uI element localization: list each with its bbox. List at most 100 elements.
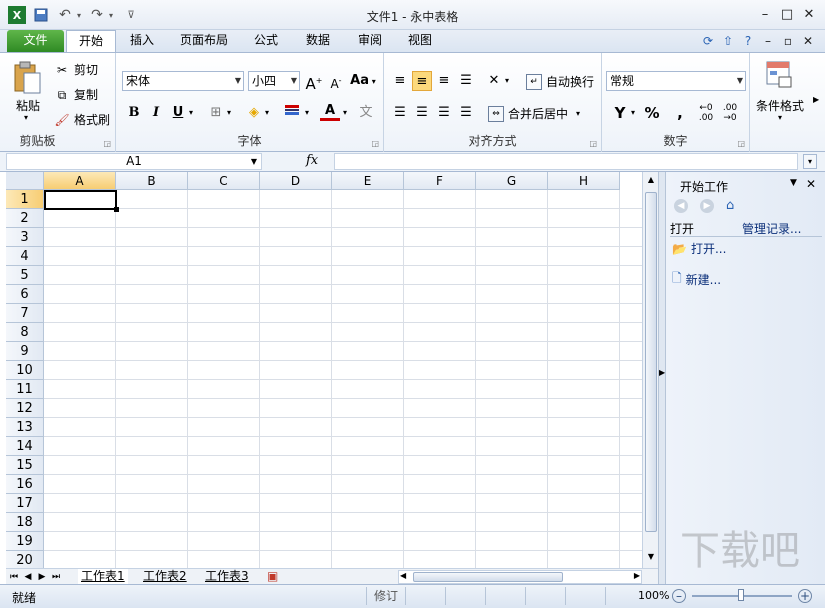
wrap-text-button[interactable]: ↵自动换行: [526, 73, 594, 90]
percent-button[interactable]: %: [642, 103, 662, 123]
font-color-dropdown-icon[interactable]: ▾: [340, 103, 350, 123]
scroll-right-icon[interactable]: ▶: [634, 571, 640, 580]
refresh-icon[interactable]: ⟳: [700, 33, 716, 49]
pane-home-icon[interactable]: ⌂: [726, 198, 734, 213]
row-header-6[interactable]: 6: [6, 285, 44, 304]
minimize-button[interactable]: –: [754, 6, 776, 24]
row-header-1[interactable]: 1: [6, 190, 44, 209]
ribbon-scroll-right-icon[interactable]: ▶: [813, 95, 819, 104]
add-sheet-icon[interactable]: ▣: [264, 569, 281, 585]
number-launcher-icon[interactable]: ◲: [737, 139, 745, 148]
conditional-format-button[interactable]: 条件格式: [756, 97, 804, 114]
column-header-c[interactable]: C: [188, 172, 260, 190]
conditional-format-icon[interactable]: [766, 61, 794, 89]
column-header-h[interactable]: H: [548, 172, 620, 190]
font-size-select[interactable]: 小四▼: [248, 71, 300, 91]
doc-minimize-button[interactable]: –: [760, 33, 776, 49]
conditional-format-dropdown-icon[interactable]: ▾: [778, 113, 782, 122]
expand-formula-bar-icon[interactable]: ▾: [803, 154, 817, 169]
row-header-9[interactable]: 9: [6, 342, 44, 361]
next-sheet-icon[interactable]: ▶: [36, 570, 48, 584]
maximize-button[interactable]: □: [776, 6, 798, 24]
tab-formulas[interactable]: 公式: [246, 30, 286, 52]
paste-button[interactable]: 粘贴: [16, 97, 40, 114]
column-header-a[interactable]: A: [44, 172, 116, 190]
shrink-font-button[interactable]: A-: [326, 71, 346, 91]
format-painter-button[interactable]: 🖌格式刷: [54, 111, 110, 128]
row-header-16[interactable]: 16: [6, 475, 44, 494]
row-header-15[interactable]: 15: [6, 456, 44, 475]
first-sheet-icon[interactable]: ⏮: [8, 570, 20, 584]
new-file-link[interactable]: 🗋新建...: [672, 269, 721, 290]
row-header-5[interactable]: 5: [6, 266, 44, 285]
doc-close-button[interactable]: ✕: [800, 33, 816, 49]
scroll-down-icon[interactable]: ▼: [645, 552, 657, 566]
tab-review[interactable]: 审阅: [350, 30, 390, 52]
prev-sheet-icon[interactable]: ◀: [22, 570, 34, 584]
pane-forward-icon[interactable]: ▶: [700, 199, 714, 213]
row-header-14[interactable]: 14: [6, 437, 44, 456]
name-box[interactable]: A1▼: [6, 153, 262, 170]
row-header-3[interactable]: 3: [6, 228, 44, 247]
align-bottom-icon[interactable]: ≡: [434, 71, 454, 91]
currency-dropdown-icon[interactable]: ▾: [628, 103, 638, 123]
scroll-left-icon[interactable]: ◀: [400, 571, 406, 580]
horizontal-scroll-thumb[interactable]: [413, 572, 563, 582]
row-header-7[interactable]: 7: [6, 304, 44, 323]
fill-color-dropdown-icon[interactable]: ▾: [262, 103, 272, 123]
pane-menu-icon[interactable]: ▼: [790, 178, 797, 188]
border-icon[interactable]: ⊞: [206, 103, 226, 123]
align-top-icon[interactable]: ≡: [390, 71, 410, 91]
change-case-button[interactable]: Aa ▾: [348, 71, 378, 91]
comma-button[interactable]: ,: [670, 103, 690, 123]
active-cell[interactable]: [44, 190, 117, 210]
font-color-button[interactable]: A: [320, 103, 340, 121]
manage-records-link[interactable]: 管理记录...: [742, 220, 801, 237]
upload-icon[interactable]: ⇧: [720, 33, 736, 49]
paste-dropdown-icon[interactable]: ▾: [24, 113, 28, 122]
cut-button[interactable]: ✂剪切: [54, 61, 98, 78]
alignment-launcher-icon[interactable]: ◲: [589, 139, 597, 148]
column-header-d[interactable]: D: [260, 172, 332, 190]
paste-icon[interactable]: [12, 61, 42, 95]
indent-icon[interactable]: ☰: [456, 71, 476, 91]
row-header-8[interactable]: 8: [6, 323, 44, 342]
underline-button[interactable]: U: [168, 103, 188, 123]
row-header-20[interactable]: 20: [6, 551, 44, 568]
pane-back-icon[interactable]: ◀: [674, 199, 688, 213]
copy-button[interactable]: ⧉复制: [54, 86, 98, 103]
column-header-e[interactable]: E: [332, 172, 404, 190]
fill-color-icon[interactable]: ◈: [244, 103, 264, 123]
select-all-corner[interactable]: [6, 172, 44, 190]
align-middle-icon[interactable]: ≡: [412, 71, 432, 91]
doc-restore-button[interactable]: ▫: [780, 33, 796, 49]
align-center-icon[interactable]: ☰: [412, 103, 432, 123]
last-sheet-icon[interactable]: ⏭: [50, 570, 62, 584]
align-left-icon[interactable]: ☰: [390, 103, 410, 123]
column-header-g[interactable]: G: [476, 172, 548, 190]
column-header-b[interactable]: B: [116, 172, 188, 190]
tab-home[interactable]: 开始: [66, 30, 116, 52]
line-color-icon[interactable]: [282, 103, 302, 123]
number-format-select[interactable]: 常规▼: [606, 71, 746, 91]
formula-input[interactable]: [334, 153, 798, 170]
tab-file[interactable]: 文件: [7, 30, 64, 52]
tab-page-layout[interactable]: 页面布局: [172, 30, 236, 52]
horizontal-scrollbar[interactable]: ◀ ▶: [398, 570, 642, 584]
insert-function-icon[interactable]: fx: [306, 153, 332, 168]
phonetic-button[interactable]: 文: [356, 103, 376, 123]
zoom-slider-thumb[interactable]: [738, 589, 744, 601]
clipboard-launcher-icon[interactable]: ◲: [103, 139, 111, 148]
orientation-dropdown-icon[interactable]: ▾: [502, 71, 512, 91]
vertical-scrollbar[interactable]: ▲ ▼: [642, 172, 658, 568]
border-dropdown-icon[interactable]: ▾: [224, 103, 234, 123]
grow-font-button[interactable]: A+: [304, 71, 324, 91]
zoom-in-icon[interactable]: +: [798, 589, 812, 603]
row-header-19[interactable]: 19: [6, 532, 44, 551]
row-header-10[interactable]: 10: [6, 361, 44, 380]
row-header-4[interactable]: 4: [6, 247, 44, 266]
scroll-up-icon[interactable]: ▲: [645, 175, 657, 189]
orientation-icon[interactable]: ✕: [484, 71, 504, 91]
underline-dropdown-icon[interactable]: ▾: [186, 103, 196, 123]
vertical-scroll-thumb[interactable]: [645, 192, 657, 532]
